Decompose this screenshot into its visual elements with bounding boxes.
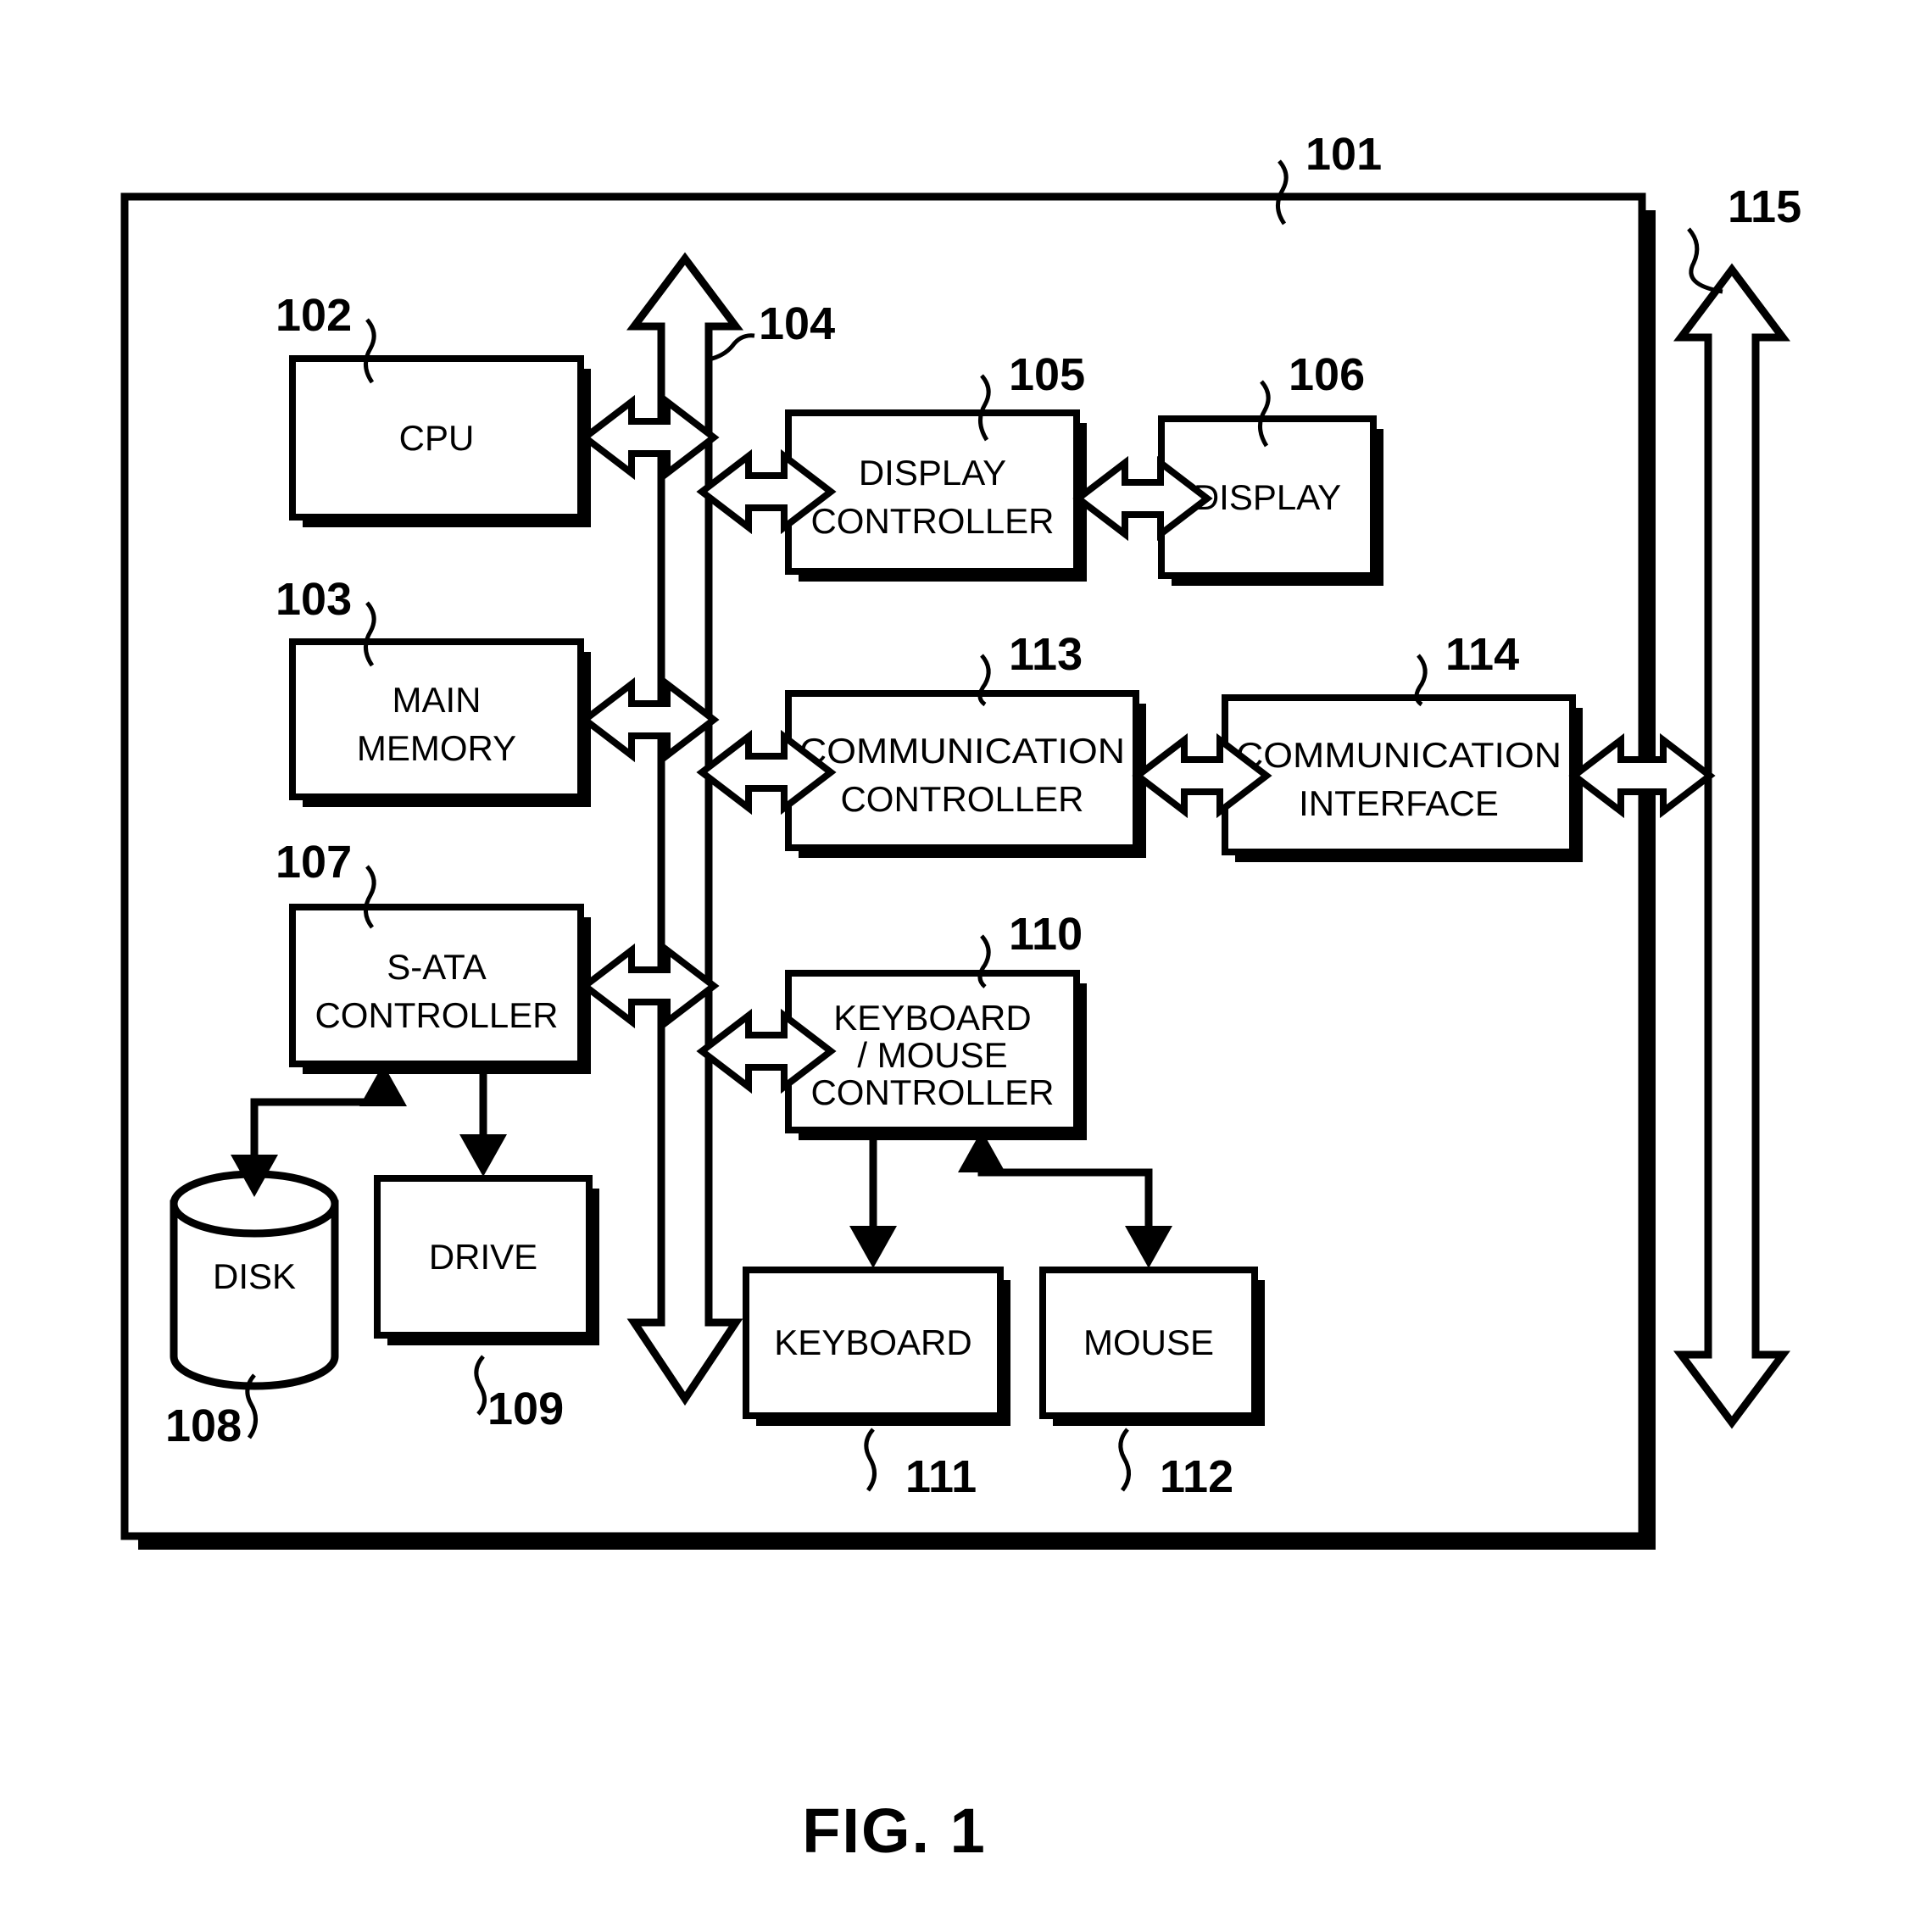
block-keyboard-mouse-controller-label-3: CONTROLLER bbox=[810, 1072, 1054, 1112]
block-main-memory: MAIN MEMORY bbox=[289, 638, 591, 807]
block-keyboard-mouse-controller-label-1: KEYBOARD bbox=[833, 998, 1031, 1038]
ref-102: 102 bbox=[276, 290, 352, 341]
block-drive-label: DRIVE bbox=[429, 1237, 537, 1277]
block-communication-interface: COMMUNICATION INTERFACE bbox=[1222, 694, 1583, 862]
ref-106: 106 bbox=[1289, 349, 1365, 400]
ref-107: 107 bbox=[276, 837, 352, 888]
block-disk: DISK bbox=[170, 1170, 339, 1390]
block-cpu: CPU bbox=[289, 355, 591, 527]
ref-104: 104 bbox=[759, 298, 835, 349]
block-main-memory-label-1: MAIN bbox=[392, 680, 482, 720]
ref-114: 114 bbox=[1445, 629, 1519, 680]
block-communication-controller-label-1: COMMUNICATION bbox=[799, 731, 1125, 771]
block-communication-interface-label-2: INTERFACE bbox=[1299, 783, 1499, 823]
ref-108: 108 bbox=[165, 1400, 242, 1451]
ref-113: 113 bbox=[1009, 629, 1083, 680]
ref-115: 115 bbox=[1728, 181, 1801, 232]
block-keyboard: KEYBOARD bbox=[743, 1267, 1010, 1426]
block-keyboard-label: KEYBOARD bbox=[774, 1322, 971, 1362]
block-s-ata-controller-label-2: CONTROLLER bbox=[315, 995, 558, 1035]
ref-110: 110 bbox=[1009, 909, 1083, 960]
block-communication-controller: COMMUNICATION CONTROLLER bbox=[785, 690, 1146, 858]
block-display-controller-label-2: CONTROLLER bbox=[810, 501, 1054, 541]
diagram-canvas: CPU MAIN MEMORY S-ATA CONTROLLER DISK DR… bbox=[120, 129, 1801, 1866]
block-cpu-label: CPU bbox=[399, 418, 475, 458]
block-keyboard-mouse-controller-label-2: / MOUSE bbox=[857, 1035, 1007, 1075]
block-communication-interface-label-1: COMMUNICATION bbox=[1236, 735, 1562, 775]
figure-caption: FIG. 1 bbox=[802, 1796, 987, 1866]
block-s-ata-controller: S-ATA CONTROLLER bbox=[289, 904, 591, 1074]
ref-109: 109 bbox=[487, 1384, 564, 1434]
block-disk-label: DISK bbox=[213, 1256, 296, 1296]
block-keyboard-mouse-controller: KEYBOARD / MOUSE CONTROLLER bbox=[785, 970, 1087, 1140]
block-display-controller: DISPLAY CONTROLLER bbox=[785, 409, 1087, 582]
patent-figure: CPU MAIN MEMORY S-ATA CONTROLLER DISK DR… bbox=[0, 0, 1915, 1932]
block-main-memory-label-2: MEMORY bbox=[357, 728, 516, 768]
block-display-controller-label-1: DISPLAY bbox=[859, 453, 1006, 493]
block-mouse-label: MOUSE bbox=[1083, 1322, 1214, 1362]
block-mouse: MOUSE bbox=[1039, 1267, 1265, 1426]
external-bus bbox=[1673, 263, 1790, 1429]
block-drive: DRIVE bbox=[374, 1175, 599, 1345]
ref-105: 105 bbox=[1009, 349, 1085, 400]
block-communication-controller-label-2: CONTROLLER bbox=[840, 779, 1083, 819]
ref-111: 111 bbox=[905, 1451, 977, 1502]
ref-112: 112 bbox=[1160, 1451, 1233, 1502]
block-s-ata-controller-label-1: S-ATA bbox=[387, 947, 486, 987]
block-display-label: DISPLAY bbox=[1194, 477, 1341, 517]
ref-101: 101 bbox=[1305, 129, 1382, 180]
ref-103: 103 bbox=[276, 574, 352, 625]
